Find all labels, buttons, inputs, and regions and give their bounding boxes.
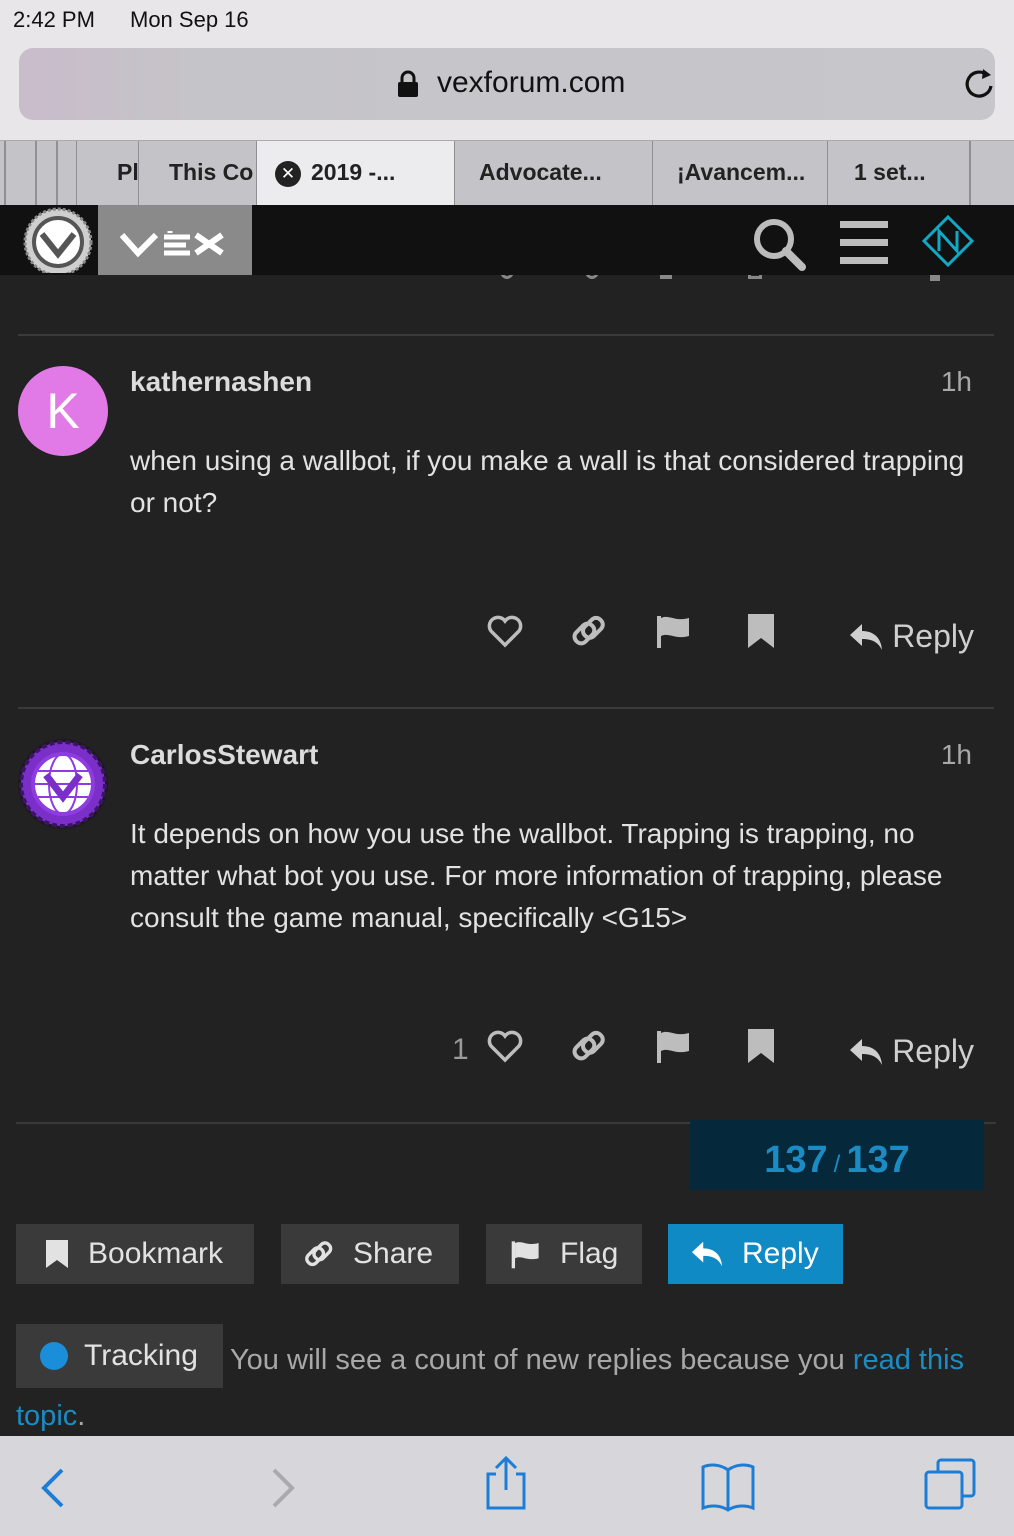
- flag-icon: [511, 1241, 539, 1269]
- like-heart-icon[interactable]: [486, 1027, 524, 1065]
- close-tab-icon[interactable]: ✕: [275, 160, 301, 187]
- post-actions: 1 Reply: [0, 1027, 1014, 1077]
- forum-header: [0, 205, 1014, 278]
- reply-button[interactable]: Reply: [848, 1033, 974, 1070]
- avatar[interactable]: [18, 739, 108, 829]
- address-bar[interactable]: vexforum.com: [19, 48, 995, 120]
- tab-2019-active[interactable]: ✕ 2019 -...: [256, 141, 454, 206]
- reply-button[interactable]: Reply: [848, 618, 974, 655]
- share-sheet-icon[interactable]: [484, 1454, 528, 1517]
- post-body: It depends on how you use the wallbot. T…: [130, 818, 943, 933]
- tabs-overview-icon[interactable]: [922, 1456, 978, 1517]
- browser-tab-bar: Pl This Co ✕ 2019 -... Advocate... ¡Avanc…: [0, 140, 1014, 206]
- tab-pl[interactable]: Pl: [76, 141, 138, 206]
- reply-arrow-icon: [850, 623, 883, 650]
- status-time: 2:42 PM: [13, 7, 95, 32]
- avatar[interactable]: K: [18, 366, 108, 456]
- vex-gear-logo-icon[interactable]: [20, 207, 98, 278]
- lock-icon: [397, 70, 419, 103]
- flag-button[interactable]: Flag: [486, 1224, 642, 1284]
- tracking-dropdown-button[interactable]: Tracking: [16, 1324, 223, 1388]
- post-divider: [18, 334, 994, 336]
- flag-icon[interactable]: [655, 1027, 693, 1065]
- reply-arrow-icon: [691, 1241, 723, 1267]
- tab-avancem[interactable]: ¡Avancem...: [652, 141, 827, 206]
- reply-arrow-icon: [850, 1038, 883, 1065]
- bookmarks-book-icon[interactable]: [700, 1462, 756, 1517]
- back-icon[interactable]: [38, 1458, 68, 1519]
- notification-avatar-icon[interactable]: [920, 213, 976, 274]
- tab-1-set[interactable]: 1 set...: [827, 141, 969, 206]
- like-count[interactable]: 1: [452, 1033, 469, 1067]
- post-username[interactable]: kathernashen: [130, 366, 312, 398]
- tracking-dot-icon: [40, 1342, 68, 1370]
- tab-advocate[interactable]: Advocate...: [454, 141, 652, 206]
- clipped-previous-actions: [430, 275, 990, 283]
- browser-toolbar: [0, 1436, 1014, 1536]
- tab-this-co[interactable]: This Co: [138, 141, 256, 206]
- bookmark-icon: [46, 1240, 68, 1268]
- post-actions: Reply: [0, 612, 1014, 662]
- url-area: vexforum.com: [0, 40, 1014, 140]
- bookmark-button[interactable]: Bookmark: [16, 1224, 254, 1284]
- link-icon: [305, 1241, 333, 1267]
- like-heart-icon[interactable]: [486, 612, 524, 650]
- forward-icon[interactable]: [268, 1458, 298, 1519]
- status-bar: 2:42 PM Mon Sep 16: [0, 0, 1014, 40]
- share-button[interactable]: Share: [281, 1224, 459, 1284]
- reply-primary-button[interactable]: Reply: [668, 1224, 843, 1284]
- flag-icon[interactable]: [655, 612, 693, 650]
- bookmark-icon[interactable]: [746, 612, 776, 650]
- post-date[interactable]: 1h: [941, 739, 972, 771]
- post-body: when using a wallbot, if you make a wall…: [130, 445, 965, 518]
- post-username[interactable]: CarlosStewart: [130, 739, 318, 771]
- reload-icon[interactable]: [963, 66, 997, 107]
- post-divider: [18, 707, 994, 709]
- topic-progress[interactable]: 137/137: [690, 1120, 984, 1190]
- url-text: vexforum.com: [437, 66, 626, 99]
- bookmark-icon[interactable]: [746, 1027, 776, 1065]
- hamburger-menu-icon[interactable]: [840, 221, 888, 270]
- search-icon[interactable]: [750, 215, 806, 276]
- copy-link-icon[interactable]: [570, 612, 608, 650]
- post-date[interactable]: 1h: [941, 366, 972, 398]
- copy-link-icon[interactable]: [570, 1027, 608, 1065]
- status-date: Mon Sep 16: [130, 7, 249, 32]
- vex-logo[interactable]: [98, 205, 252, 275]
